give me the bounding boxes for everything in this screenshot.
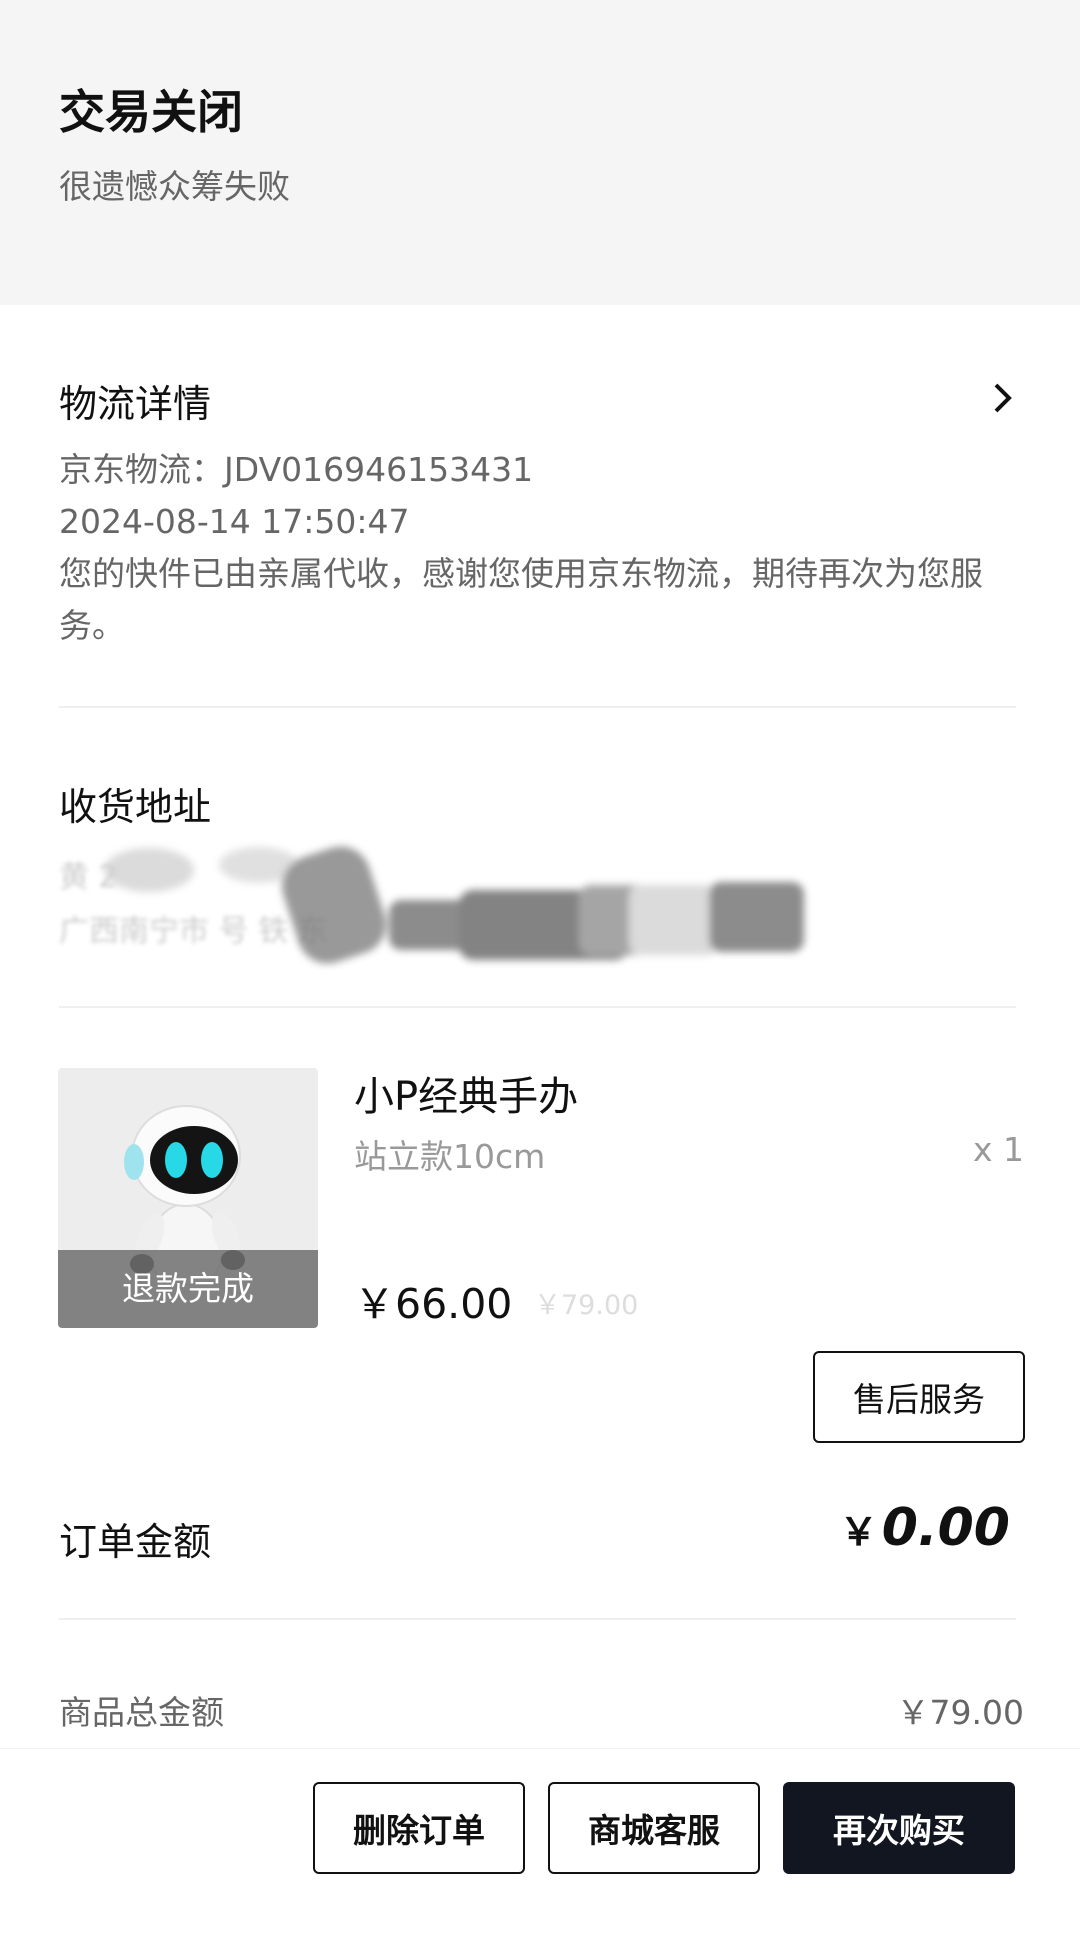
product-original-price: ￥79.00 <box>534 1290 639 1321</box>
delete-order-button[interactable]: 删除订单 <box>313 1782 525 1874</box>
currency-symbol: ￥ <box>839 1510 878 1554</box>
goods-total-label: 商品总金额 <box>59 1693 224 1732</box>
customer-service-button[interactable]: 商城客服 <box>548 1782 760 1874</box>
order-amount-value: ￥0.00 <box>840 1498 1010 1558</box>
product-spec: 站立款10cm <box>354 1137 546 1176</box>
divider <box>59 706 1016 708</box>
after-sale-service-button[interactable]: 售后服务 <box>813 1351 1025 1443</box>
logistics-title[interactable]: 物流详情 <box>59 373 211 428</box>
product-quantity: x 1 <box>972 1130 1024 1169</box>
status-title: 交易关闭 <box>59 85 243 139</box>
logistics-message: 您的快件已由亲属代收，感谢您使用京东物流，期待再次为您服务。 <box>59 554 983 645</box>
divider <box>59 1618 1016 1620</box>
redaction-scribble <box>104 846 804 964</box>
status-subtitle: 很遗憾众筹失败 <box>59 167 290 206</box>
divider <box>59 1006 1016 1008</box>
refund-status-overlay: 退款完成 <box>58 1250 318 1328</box>
status-header: 交易关闭 很遗憾众筹失败 <box>0 0 1080 305</box>
order-amount-label: 订单金额 <box>59 1520 212 1564</box>
buy-again-button[interactable]: 再次购买 <box>783 1782 1015 1874</box>
goods-total-value: ￥79.00 <box>896 1693 1024 1732</box>
product-price: ￥66.00 <box>354 1280 513 1328</box>
logistics-timestamp: 2024-08-14 17:50:47 <box>59 502 410 541</box>
product-name[interactable]: 小P经典手办 <box>354 1064 578 1122</box>
order-amount-number: 0.00 <box>881 1498 1010 1558</box>
logistics-carrier: 京东物流：JDV016946153431 <box>59 450 534 489</box>
address-title: 收货地址 <box>59 785 212 829</box>
product-image[interactable]: 退款完成 <box>58 1068 318 1328</box>
chevron-right-icon[interactable] <box>990 381 1016 415</box>
